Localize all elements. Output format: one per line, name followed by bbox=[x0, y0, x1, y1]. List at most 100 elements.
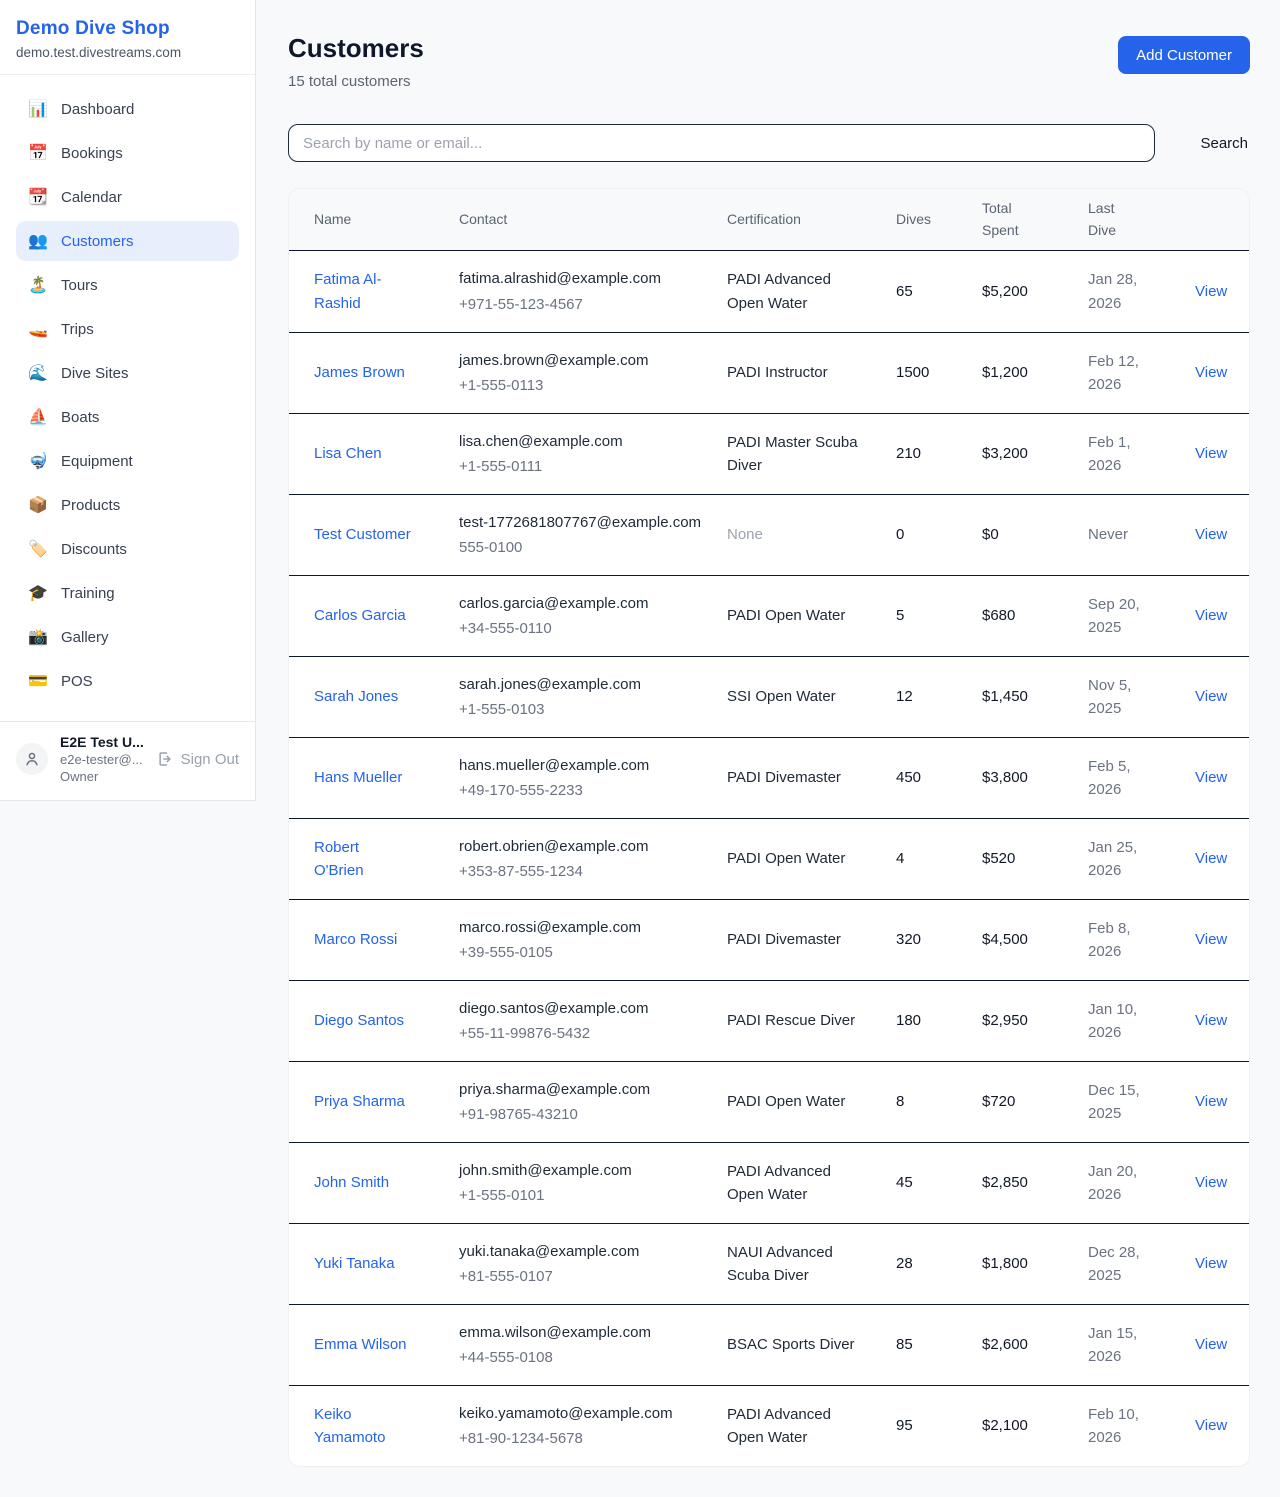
customer-name-link[interactable]: Priya Sharma bbox=[314, 1093, 405, 1110]
view-link[interactable]: View bbox=[1195, 283, 1227, 300]
certification-cell: PADI Instructor bbox=[727, 361, 896, 384]
customer-name-link[interactable]: Marco Rossi bbox=[314, 931, 397, 948]
table-body: Fatima Al-Rashid fatima.alrashid@example.… bbox=[289, 251, 1249, 1466]
customer-name-link[interactable]: Sarah Jones bbox=[314, 688, 398, 705]
customer-name-link[interactable]: James Brown bbox=[314, 364, 405, 381]
view-cell: View bbox=[1195, 847, 1243, 870]
sidebar-item-equipment[interactable]: 🤿Equipment bbox=[16, 441, 239, 481]
add-customer-button[interactable]: Add Customer bbox=[1118, 36, 1250, 74]
sidebar-item-dive-sites[interactable]: 🌊 Dive Sites bbox=[16, 353, 239, 393]
view-link[interactable]: View bbox=[1195, 1336, 1227, 1353]
customer-phone: +1-555-0103 bbox=[459, 698, 711, 721]
customer-name-link[interactable]: Carlos Garcia bbox=[314, 607, 406, 624]
total-spent-cell: $4,500 bbox=[982, 928, 1088, 951]
table-row: Fatima Al-Rashid fatima.alrashid@example.… bbox=[289, 251, 1249, 332]
customer-name-link[interactable]: Robert O'Brien bbox=[314, 839, 364, 879]
view-link[interactable]: View bbox=[1195, 607, 1227, 624]
sidebar-item-calendar[interactable]: 📆Calendar bbox=[16, 177, 239, 217]
customer-name-link[interactable]: John Smith bbox=[314, 1174, 389, 1191]
dives-cell: 1500 bbox=[896, 361, 982, 384]
customer-email: fatima.alrashid@example.com bbox=[459, 267, 711, 290]
customer-name-link[interactable]: Fatima Al-Rashid bbox=[314, 271, 382, 311]
dives-cell: 5 bbox=[896, 604, 982, 627]
customer-email: james.brown@example.com bbox=[459, 349, 711, 372]
sidebar-item-dashboard[interactable]: 📊Dashboard bbox=[16, 89, 239, 129]
name-cell: Marco Rossi bbox=[314, 928, 459, 951]
contact-cell: john.smith@example.com+1-555-0101 bbox=[459, 1159, 727, 1208]
customer-email: carlos.garcia@example.com bbox=[459, 592, 711, 615]
boats-icon: ⛵ bbox=[28, 407, 48, 427]
view-link[interactable]: View bbox=[1195, 769, 1227, 786]
sidebar-item-training[interactable]: 🎓Training bbox=[16, 573, 239, 613]
total-spent-cell: $680 bbox=[982, 604, 1088, 627]
sign-out-button[interactable]: Sign Out bbox=[156, 750, 239, 768]
customer-phone: +91-98765-43210 bbox=[459, 1103, 711, 1126]
customer-email: emma.wilson@example.com bbox=[459, 1321, 711, 1344]
customer-name-link[interactable]: Yuki Tanaka bbox=[314, 1255, 395, 1272]
customer-name-link[interactable]: Emma Wilson bbox=[314, 1336, 407, 1353]
column-header-certification: Certification bbox=[727, 209, 896, 231]
view-link[interactable]: View bbox=[1195, 364, 1227, 381]
dives-cell: 0 bbox=[896, 523, 982, 546]
name-cell: Keiko Yamamoto bbox=[314, 1403, 459, 1450]
customer-email: marco.rossi@example.com bbox=[459, 916, 711, 939]
sidebar-item-pos[interactable]: 💳POS bbox=[16, 661, 239, 701]
total-spent-cell: $5,200 bbox=[982, 280, 1088, 303]
search-button[interactable]: Search bbox=[1198, 127, 1250, 160]
last-dive-cell: Feb 12, 2026 bbox=[1088, 350, 1195, 397]
sidebar-item-discounts[interactable]: 🏷️Discounts bbox=[16, 529, 239, 569]
dives-cell: 12 bbox=[896, 685, 982, 708]
sidebar-item-gallery[interactable]: 📸Gallery bbox=[16, 617, 239, 657]
search-input[interactable] bbox=[288, 124, 1155, 162]
customer-phone: +353-87-555-1234 bbox=[459, 860, 711, 883]
view-link[interactable]: View bbox=[1195, 1093, 1227, 1110]
view-link[interactable]: View bbox=[1195, 931, 1227, 948]
customers-icon: 👥 bbox=[28, 231, 48, 251]
customer-phone: +1-555-0101 bbox=[459, 1184, 711, 1207]
customer-name-link[interactable]: Test Customer bbox=[314, 526, 411, 543]
equipment-icon: 🤿 bbox=[28, 451, 48, 471]
view-link[interactable]: View bbox=[1195, 445, 1227, 462]
sidebar-item-tours[interactable]: 🏝️Tours bbox=[16, 265, 239, 305]
last-dive-cell: Dec 15, 2025 bbox=[1088, 1079, 1195, 1126]
view-link[interactable]: View bbox=[1195, 1255, 1227, 1272]
customer-phone: +39-555-0105 bbox=[459, 941, 711, 964]
dive-sites-icon: 🌊 bbox=[28, 363, 48, 383]
table-row: Keiko Yamamotokeiko.yamamoto@example.com… bbox=[289, 1385, 1249, 1466]
sidebar-item-trips[interactable]: 🚤Trips bbox=[16, 309, 239, 349]
sidebar: Demo Dive Shop demo.test.divestreams.com… bbox=[0, 0, 256, 801]
view-link[interactable]: View bbox=[1195, 526, 1227, 543]
certification-cell: PADI Rescue Diver bbox=[727, 1009, 896, 1032]
certification-cell: SSI Open Water bbox=[727, 685, 896, 708]
customer-name-link[interactable]: Lisa Chen bbox=[314, 445, 382, 462]
name-cell: John Smith bbox=[314, 1171, 459, 1194]
table-row: Marco Rossi marco.rossi@example.com+39-55… bbox=[289, 899, 1249, 980]
sidebar-item-label: Dive Sites bbox=[61, 365, 129, 382]
table-row: John Smith john.smith@example.com+1-555-0… bbox=[289, 1142, 1249, 1223]
sidebar-item-products[interactable]: 📦Products bbox=[16, 485, 239, 525]
customer-name-link[interactable]: Hans Mueller bbox=[314, 769, 402, 786]
customer-name-link[interactable]: Keiko Yamamoto bbox=[314, 1406, 385, 1446]
sidebar-item-bookings[interactable]: 📅Bookings bbox=[16, 133, 239, 173]
dives-cell: 95 bbox=[896, 1414, 982, 1437]
view-link[interactable]: View bbox=[1195, 1012, 1227, 1029]
dives-cell: 320 bbox=[896, 928, 982, 951]
view-cell: View bbox=[1195, 1009, 1243, 1032]
search-row: Search bbox=[288, 124, 1250, 162]
view-link[interactable]: View bbox=[1195, 1417, 1227, 1434]
customer-email: priya.sharma@example.com bbox=[459, 1078, 711, 1101]
table-row: Emma Wilsonemma.wilson@example.com+44-55… bbox=[289, 1304, 1249, 1385]
sidebar-item-boats[interactable]: ⛵Boats bbox=[16, 397, 239, 437]
user-section: E2E Test U... e2e-tester@... Owner Sign … bbox=[0, 721, 255, 800]
view-link[interactable]: View bbox=[1195, 1174, 1227, 1191]
name-cell: Robert O'Brien bbox=[314, 836, 459, 883]
view-link[interactable]: View bbox=[1195, 688, 1227, 705]
sidebar-item-customers[interactable]: 👥Customers bbox=[16, 221, 239, 261]
view-cell: View bbox=[1195, 361, 1243, 384]
view-link[interactable]: View bbox=[1195, 850, 1227, 867]
name-cell: Emma Wilson bbox=[314, 1333, 459, 1356]
view-cell: View bbox=[1195, 604, 1243, 627]
dives-cell: 28 bbox=[896, 1252, 982, 1275]
customer-name-link[interactable]: Diego Santos bbox=[314, 1012, 404, 1029]
certification-cell: PADI Advanced Open Water bbox=[727, 1403, 896, 1450]
